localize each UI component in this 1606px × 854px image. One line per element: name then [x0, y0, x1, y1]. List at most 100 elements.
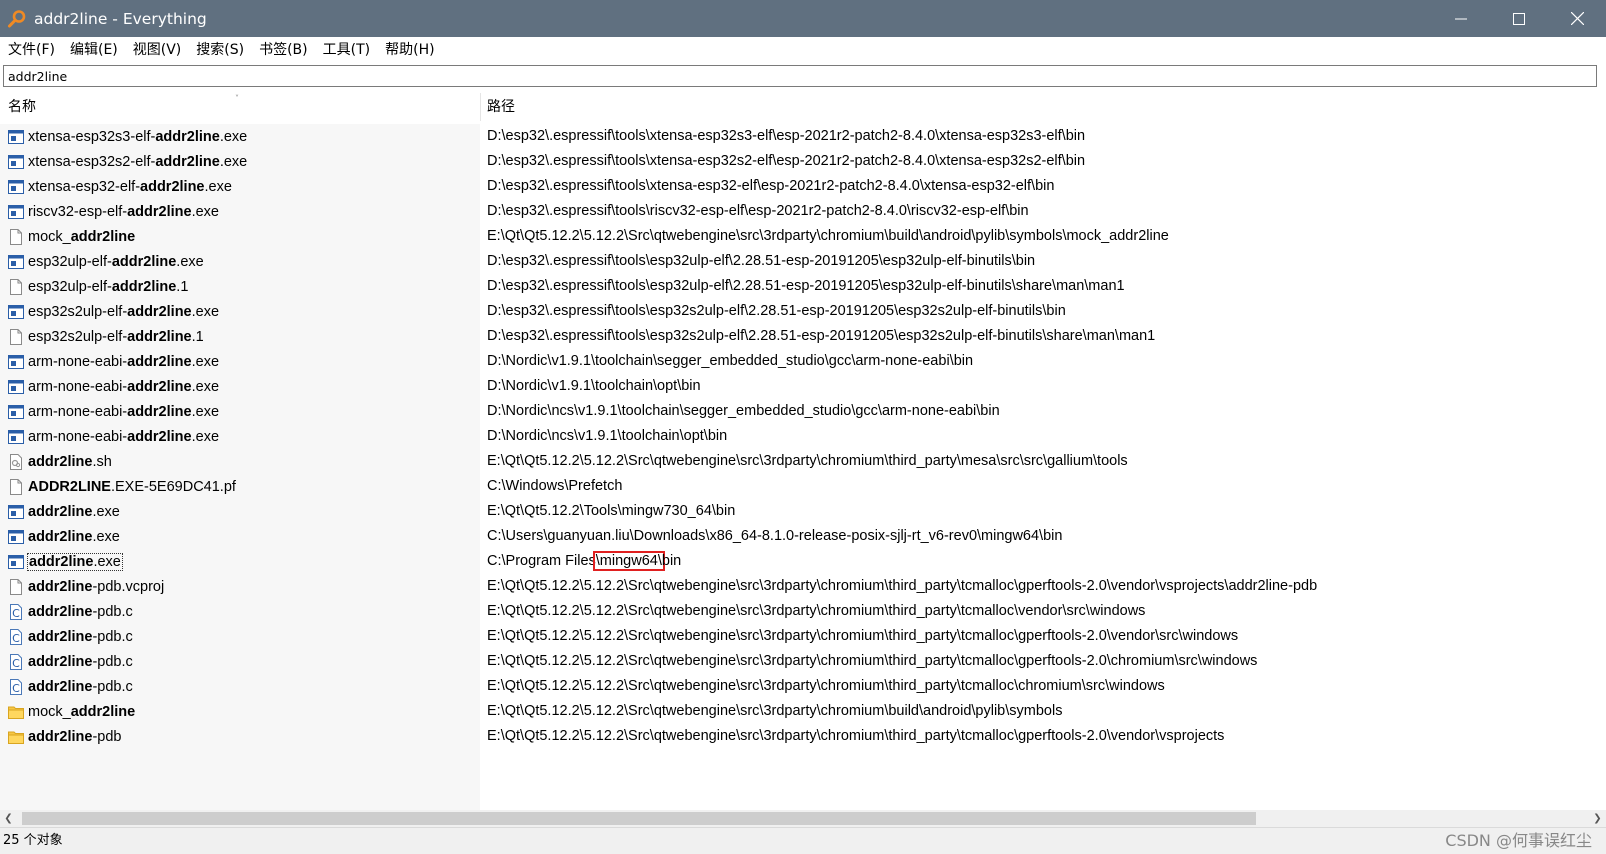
name-cell[interactable]: Caddr2line-pdb.c — [0, 674, 480, 699]
name-cell[interactable]: addr2line.exe — [0, 499, 480, 524]
path-cell[interactable]: D:\esp32\.espressif\tools\esp32s2ulp-elf… — [487, 299, 1066, 324]
name-cell[interactable]: Caddr2line-pdb.c — [0, 599, 480, 624]
name-cell[interactable]: esp32s2ulp-elf-addr2line.1 — [0, 324, 480, 349]
path-cell[interactable]: D:\Nordic\ncs\v1.9.1\toolchain\segger_em… — [487, 399, 1000, 424]
svg-text:C: C — [12, 607, 20, 620]
table-row[interactable]: Caddr2line-pdb.c E:\Qt\Qt5.12.2\5.12.2\Sr… — [0, 674, 1606, 699]
path-cell[interactable]: D:\esp32\.espressif\tools\xtensa-esp32s3… — [487, 124, 1085, 149]
close-button[interactable] — [1548, 0, 1606, 37]
path-cell[interactable]: E:\Qt\Qt5.12.2\5.12.2\Src\qtwebengine\sr… — [487, 724, 1224, 749]
name-cell[interactable]: mock_addr2line — [0, 699, 480, 724]
name-cell[interactable]: addr2line.exe — [0, 549, 480, 574]
name-cell[interactable]: ADDR2LINE.EXE-5E69DC41.pf — [0, 474, 480, 499]
name-cell[interactable]: addr2line-pdb — [0, 724, 480, 749]
name-cell[interactable]: arm-none-eabi-addr2line.exe — [0, 424, 480, 449]
name-cell[interactable]: xtensa-esp32-elf-addr2line.exe — [0, 174, 480, 199]
table-row[interactable]: addr2line-pdb.vcproj E:\Qt\Qt5.12.2\5.12.… — [0, 574, 1606, 599]
table-row[interactable]: xtensa-esp32s3-elf-addr2line.exe D:\esp32… — [0, 124, 1606, 149]
table-row[interactable]: esp32s2ulp-elf-addr2line.1 D:\esp32\.espr… — [0, 324, 1606, 349]
search-input[interactable] — [3, 65, 1597, 87]
menu-search[interactable]: 搜索(S) — [188, 37, 251, 63]
scroll-left-arrow-icon[interactable]: ❮ — [0, 810, 17, 827]
maximize-button[interactable] — [1490, 0, 1548, 37]
name-cell[interactable]: addr2line.sh — [0, 449, 480, 474]
path-cell[interactable]: E:\Qt\Qt5.12.2\5.12.2\Src\qtwebengine\sr… — [487, 699, 1062, 724]
name-cell[interactable]: esp32s2ulp-elf-addr2line.exe — [0, 299, 480, 324]
column-header-path[interactable]: 路径 — [487, 93, 515, 121]
name-cell[interactable]: mock_addr2line — [0, 224, 480, 249]
path-cell[interactable]: E:\Qt\Qt5.12.2\5.12.2\Src\qtwebengine\sr… — [487, 224, 1169, 249]
table-row[interactable]: xtensa-esp32s2-elf-addr2line.exe D:\esp32… — [0, 149, 1606, 174]
table-row[interactable]: esp32ulp-elf-addr2line.exe D:\esp32\.espr… — [0, 249, 1606, 274]
file-name: esp32s2ulp-elf-addr2line.exe — [28, 303, 220, 320]
path-cell[interactable]: E:\Qt\Qt5.12.2\5.12.2\Src\qtwebengine\sr… — [487, 574, 1317, 599]
name-cell[interactable]: xtensa-esp32s2-elf-addr2line.exe — [0, 149, 480, 174]
path-cell[interactable]: E:\Qt\Qt5.12.2\5.12.2\Src\qtwebengine\sr… — [487, 674, 1165, 699]
path-cell[interactable]: E:\Qt\Qt5.12.2\5.12.2\Src\qtwebengine\sr… — [487, 649, 1257, 674]
table-row[interactable]: arm-none-eabi-addr2line.exe D:\Nordic\v1.… — [0, 349, 1606, 374]
path-cell[interactable]: C:\Program Files\mingw64\bin — [487, 549, 681, 574]
table-row[interactable]: addr2line.exe C:\Users\guanyuan.liu\Downl… — [0, 524, 1606, 549]
table-row[interactable]: esp32ulp-elf-addr2line.1 D:\esp32\.espres… — [0, 274, 1606, 299]
path-cell[interactable]: D:\esp32\.espressif\tools\esp32ulp-elf\2… — [487, 274, 1125, 299]
path-cell[interactable]: C:\Windows\Prefetch — [487, 474, 622, 499]
path-cell[interactable]: D:\esp32\.espressif\tools\xtensa-esp32-e… — [487, 174, 1054, 199]
table-row[interactable]: addr2line-pdb E:\Qt\Qt5.12.2\5.12.2\Src\q… — [0, 724, 1606, 749]
table-row[interactable]: xtensa-esp32-elf-addr2line.exe D:\esp32\.… — [0, 174, 1606, 199]
table-row[interactable]: mock_addr2line E:\Qt\Qt5.12.2\5.12.2\Src\… — [0, 699, 1606, 724]
table-row[interactable]: arm-none-eabi-addr2line.exe D:\Nordic\ncs… — [0, 399, 1606, 424]
horizontal-scrollbar[interactable]: ❮ ❯ — [0, 810, 1606, 827]
path-cell[interactable]: D:\esp32\.espressif\tools\esp32s2ulp-elf… — [487, 324, 1155, 349]
table-row[interactable]: ADDR2LINE.EXE-5E69DC41.pf C:\Windows\Pref… — [0, 474, 1606, 499]
exe-file-icon — [8, 204, 24, 219]
scroll-right-arrow-icon[interactable]: ❯ — [1589, 810, 1606, 827]
table-row[interactable]: riscv32-esp-elf-addr2line.exe D:\esp32\.e… — [0, 199, 1606, 224]
column-header-name[interactable]: 名称 — [8, 93, 36, 121]
menu-file[interactable]: 文件(F) — [0, 37, 62, 63]
exe-file-icon — [8, 529, 24, 544]
table-row[interactable]: addr2line.sh E:\Qt\Qt5.12.2\5.12.2\Src\qt… — [0, 449, 1606, 474]
menu-help[interactable]: 帮助(H) — [377, 37, 441, 63]
table-row[interactable]: addr2line.exe E:\Qt\Qt5.12.2\Tools\mingw7… — [0, 499, 1606, 524]
path-cell[interactable]: C:\Users\guanyuan.liu\Downloads\x86_64-8… — [487, 524, 1062, 549]
generic-file-icon — [10, 578, 22, 595]
table-row[interactable]: addr2line.exe C:\Program Files\mingw64\bi… — [0, 549, 1606, 574]
menu-view[interactable]: 视图(V) — [125, 37, 189, 63]
name-cell[interactable]: arm-none-eabi-addr2line.exe — [0, 399, 480, 424]
path-cell[interactable]: E:\Qt\Qt5.12.2\5.12.2\Src\qtwebengine\sr… — [487, 599, 1145, 624]
path-cell[interactable]: E:\Qt\Qt5.12.2\5.12.2\Src\qtwebengine\sr… — [487, 624, 1238, 649]
name-cell[interactable]: addr2line-pdb.vcproj — [0, 574, 480, 599]
menu-tools[interactable]: 工具(T) — [315, 37, 377, 63]
menu-edit[interactable]: 编辑(E) — [62, 37, 125, 63]
name-cell[interactable]: Caddr2line-pdb.c — [0, 649, 480, 674]
name-cell[interactable]: addr2line.exe — [0, 524, 480, 549]
everything-app-icon[interactable] — [0, 0, 34, 37]
path-cell[interactable]: E:\Qt\Qt5.12.2\Tools\mingw730_64\bin — [487, 499, 735, 524]
path-cell[interactable]: D:\Nordic\ncs\v1.9.1\toolchain\opt\bin — [487, 424, 727, 449]
column-divider[interactable] — [480, 93, 481, 121]
table-row[interactable]: arm-none-eabi-addr2line.exe D:\Nordic\ncs… — [0, 424, 1606, 449]
name-cell[interactable]: Caddr2line-pdb.c — [0, 624, 480, 649]
name-cell[interactable]: esp32ulp-elf-addr2line.exe — [0, 249, 480, 274]
path-cell[interactable]: D:\Nordic\v1.9.1\toolchain\segger_embedd… — [487, 349, 973, 374]
path-cell[interactable]: D:\Nordic\v1.9.1\toolchain\opt\bin — [487, 374, 701, 399]
minimize-button[interactable] — [1432, 0, 1490, 37]
name-cell[interactable]: arm-none-eabi-addr2line.exe — [0, 374, 480, 399]
file-name: mock_addr2line — [28, 703, 136, 720]
scroll-thumb[interactable] — [22, 812, 1256, 825]
path-cell[interactable]: E:\Qt\Qt5.12.2\5.12.2\Src\qtwebengine\sr… — [487, 449, 1128, 474]
name-cell[interactable]: arm-none-eabi-addr2line.exe — [0, 349, 480, 374]
name-cell[interactable]: xtensa-esp32s3-elf-addr2line.exe — [0, 124, 480, 149]
path-cell[interactable]: D:\esp32\.espressif\tools\esp32ulp-elf\2… — [487, 249, 1035, 274]
name-cell[interactable]: riscv32-esp-elf-addr2line.exe — [0, 199, 480, 224]
table-row[interactable]: Caddr2line-pdb.c E:\Qt\Qt5.12.2\5.12.2\Sr… — [0, 649, 1606, 674]
path-cell[interactable]: D:\esp32\.espressif\tools\riscv32-esp-el… — [487, 199, 1029, 224]
table-row[interactable]: mock_addr2line E:\Qt\Qt5.12.2\5.12.2\Src\… — [0, 224, 1606, 249]
table-row[interactable]: Caddr2line-pdb.c E:\Qt\Qt5.12.2\5.12.2\Sr… — [0, 624, 1606, 649]
menu-bookmarks[interactable]: 书签(B) — [251, 37, 315, 63]
table-row[interactable]: esp32s2ulp-elf-addr2line.exe D:\esp32\.es… — [0, 299, 1606, 324]
path-cell[interactable]: D:\esp32\.espressif\tools\xtensa-esp32s2… — [487, 149, 1085, 174]
table-row[interactable]: Caddr2line-pdb.c E:\Qt\Qt5.12.2\5.12.2\Sr… — [0, 599, 1606, 624]
name-cell[interactable]: esp32ulp-elf-addr2line.1 — [0, 274, 480, 299]
table-row[interactable]: arm-none-eabi-addr2line.exe D:\Nordic\v1.… — [0, 374, 1606, 399]
